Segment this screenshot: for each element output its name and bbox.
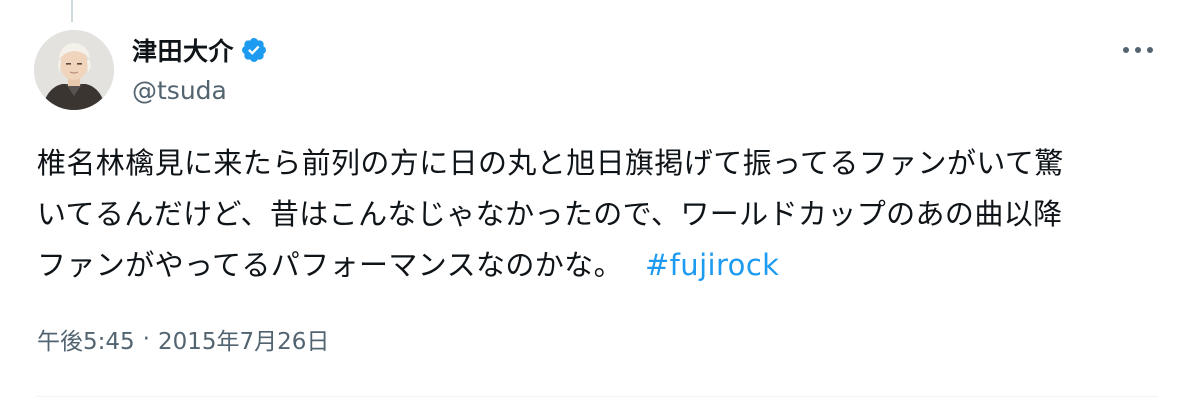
verified-badge-icon xyxy=(240,36,268,64)
tweet-text: 椎名林檎見に来たら前列の方に日の丸と旭日旗掲げて振ってるファンがいて驚 いてるん… xyxy=(37,138,1157,291)
avatar-image xyxy=(34,30,114,110)
hashtag-link[interactable]: #fujirock xyxy=(645,248,779,282)
author-handle[interactable]: @tsuda xyxy=(132,76,268,105)
tweet-time[interactable]: 午後5:45 xyxy=(37,322,135,356)
name-row: 津田大介 xyxy=(132,32,268,68)
avatar[interactable] xyxy=(34,30,114,110)
tweet-timestamp: 午後5:45 · 2015年7月26日 xyxy=(37,322,329,356)
more-dots-icon xyxy=(1123,47,1153,53)
tweet-header: 津田大介 @tsuda xyxy=(132,32,268,105)
tweet-card: 津田大介 @tsuda 椎名林檎見に来たら前列の方に日の丸と旭日旗掲げて振ってる… xyxy=(0,0,1182,415)
tweet-text-line: いてるんだけど、昔はこんなじゃなかったので、ワールドカップのあの曲以降 xyxy=(37,197,1063,231)
tweet-text-line-last: ファンがやってるパフォーマンスなのかな。 #fujirock xyxy=(37,240,1157,291)
divider xyxy=(37,396,1158,397)
more-options-button[interactable] xyxy=(1118,38,1158,62)
tweet-date[interactable]: 2015年7月26日 xyxy=(158,322,329,356)
tweet-text-segment: ファンがやってるパフォーマンスなのかな。 xyxy=(37,248,623,282)
separator-dot: · xyxy=(142,326,150,352)
author-display-name[interactable]: 津田大介 xyxy=(132,32,234,68)
tweet-text-line: 椎名林檎見に来たら前列の方に日の丸と旭日旗掲げて振ってるファンがいて驚 xyxy=(37,146,1064,180)
